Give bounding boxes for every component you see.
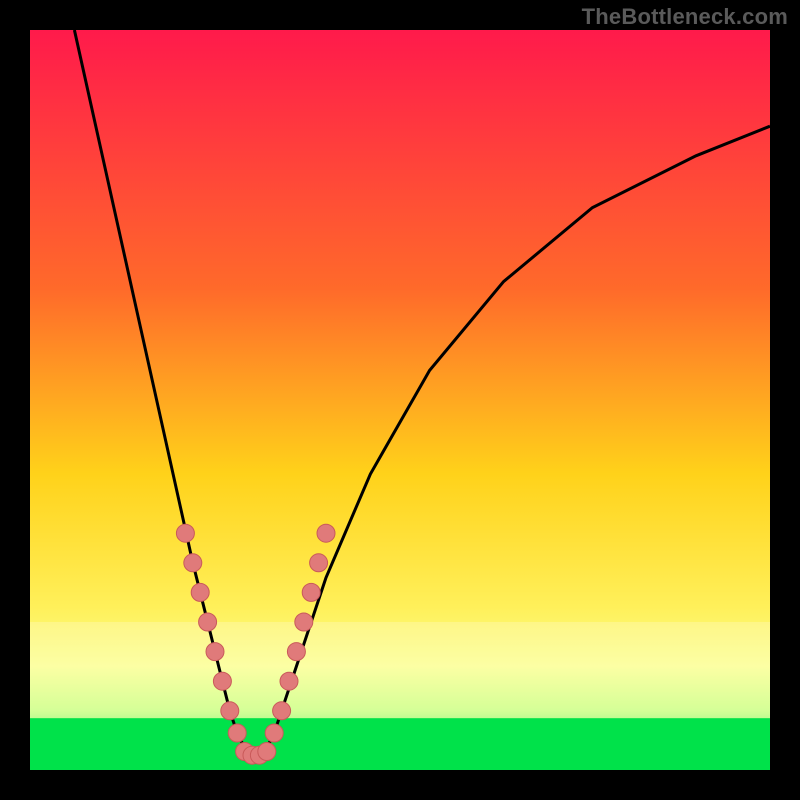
data-marker [184, 554, 202, 572]
watermark-text: TheBottleneck.com [582, 4, 788, 30]
data-marker [287, 643, 305, 661]
bottleneck-chart [0, 0, 800, 800]
data-marker [199, 613, 217, 631]
data-marker [221, 702, 239, 720]
data-marker [280, 672, 298, 690]
green-band [30, 718, 770, 770]
data-marker [191, 583, 209, 601]
data-marker [206, 643, 224, 661]
data-marker [302, 583, 320, 601]
data-marker [310, 554, 328, 572]
chart-frame: TheBottleneck.com [0, 0, 800, 800]
pale-yellow-band [30, 622, 770, 718]
data-marker [213, 672, 231, 690]
data-marker [258, 743, 276, 761]
data-marker [265, 724, 283, 742]
data-marker [176, 524, 194, 542]
data-marker [228, 724, 246, 742]
data-marker [273, 702, 291, 720]
data-marker [317, 524, 335, 542]
data-marker [295, 613, 313, 631]
